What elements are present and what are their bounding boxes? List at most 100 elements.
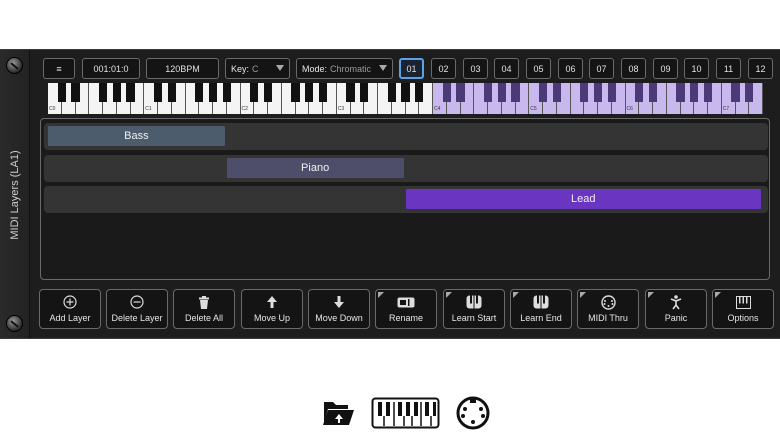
panic-figure-icon <box>646 294 706 309</box>
learn-start-button[interactable]: Learn Start <box>443 289 505 329</box>
delete-all-button[interactable]: Delete All <box>173 289 235 329</box>
delete-layer-button[interactable]: Delete Layer <box>106 289 168 329</box>
black-key[interactable] <box>442 83 451 102</box>
black-key[interactable] <box>208 83 218 102</box>
channel-label: 04 <box>501 63 512 74</box>
black-key[interactable] <box>635 83 644 102</box>
black-key[interactable] <box>456 83 465 102</box>
octave-label: C5 <box>530 106 537 112</box>
black-key[interactable] <box>593 83 603 102</box>
button-label: Move Down <box>315 313 363 323</box>
channel-button-02[interactable]: 02 <box>431 58 456 79</box>
black-key[interactable] <box>57 83 66 102</box>
black-key[interactable] <box>648 83 658 102</box>
channel-button-11[interactable]: 11 <box>716 58 741 79</box>
channel-button-09[interactable]: 09 <box>653 58 678 79</box>
black-key[interactable] <box>222 83 231 102</box>
layer-lane[interactable]: Lead <box>44 186 768 213</box>
plus-circle-icon <box>40 295 100 309</box>
black-key[interactable] <box>552 83 561 102</box>
chevron-down-icon <box>379 65 387 71</box>
piano-keyboard-icon <box>371 397 440 429</box>
octave-label: C6 <box>626 106 633 112</box>
black-key[interactable] <box>580 83 589 102</box>
black-key[interactable] <box>538 83 548 102</box>
tempo-display[interactable]: 120BPM <box>146 58 219 79</box>
octave-label: C7 <box>722 106 730 112</box>
menu-icon: ≡ <box>56 63 62 74</box>
black-key[interactable] <box>676 83 685 102</box>
piano-keyboard[interactable]: C0 C1 C2 C3 C4 C5 C6 C7 <box>48 83 763 114</box>
button-label: Move Up <box>253 313 290 323</box>
layer-lane[interactable]: Piano <box>44 155 768 182</box>
chevron-down-icon <box>276 65 284 71</box>
black-key[interactable] <box>415 83 424 102</box>
channel-button-10[interactable]: 10 <box>684 58 709 79</box>
black-key[interactable] <box>98 83 108 102</box>
position-value: 001:01:0 <box>93 63 129 74</box>
black-key[interactable] <box>126 83 135 102</box>
move-down-button[interactable]: Move Down <box>308 289 370 329</box>
channel-button-03[interactable]: 03 <box>463 58 488 79</box>
black-key[interactable] <box>497 83 506 102</box>
button-label: Learn End <box>520 313 562 323</box>
menu-button[interactable]: ≡ <box>43 58 75 79</box>
black-key[interactable] <box>745 83 754 102</box>
button-label: Rename <box>388 313 424 323</box>
black-key[interactable] <box>401 83 410 102</box>
trash-icon <box>174 295 234 309</box>
black-key[interactable] <box>346 83 355 102</box>
black-key[interactable] <box>263 83 273 102</box>
key-select[interactable]: Key: C <box>225 58 290 79</box>
midi-thru-button[interactable]: MIDI Thru <box>577 289 639 329</box>
black-key[interactable] <box>195 83 204 102</box>
position-display[interactable]: 001:01:0 <box>82 58 140 79</box>
black-key[interactable] <box>731 83 740 102</box>
screw-icon <box>6 57 23 74</box>
channel-label: 06 <box>565 63 576 74</box>
channel-button-01[interactable]: 01 <box>399 58 424 79</box>
move-up-button[interactable]: Move Up <box>241 289 303 329</box>
key-value: C <box>252 63 259 74</box>
black-key[interactable] <box>360 83 369 102</box>
black-key[interactable] <box>71 83 80 102</box>
black-key[interactable] <box>291 83 300 102</box>
black-key[interactable] <box>153 83 163 102</box>
panic-button[interactable]: Panic <box>645 289 707 329</box>
rename-button[interactable]: Rename <box>375 289 437 329</box>
black-key[interactable] <box>167 83 176 102</box>
piano-key-icon <box>444 295 504 309</box>
channel-button-07[interactable]: 07 <box>589 58 614 79</box>
channel-label: 08 <box>628 63 639 74</box>
options-button[interactable]: Options <box>712 289 774 329</box>
mode-select[interactable]: Mode: Chromatic <box>296 58 393 79</box>
add-layer-button[interactable]: Add Layer <box>39 289 101 329</box>
octave-label: C0 <box>49 106 56 112</box>
black-key[interactable] <box>305 83 314 102</box>
black-key[interactable] <box>250 83 259 102</box>
black-key[interactable] <box>511 83 520 102</box>
black-key[interactable] <box>607 83 616 102</box>
learn-end-button[interactable]: Learn End <box>510 289 572 329</box>
layer-region-bass[interactable]: Bass <box>48 126 225 146</box>
channel-button-04[interactable]: 04 <box>494 58 519 79</box>
channel-button-05[interactable]: 05 <box>526 58 551 79</box>
layer-lanes: Bass Piano Lead <box>40 118 770 280</box>
layer-region-piano[interactable]: Piano <box>226 158 404 178</box>
channel-button-06[interactable]: 06 <box>558 58 583 79</box>
black-key[interactable] <box>112 83 121 102</box>
black-key[interactable] <box>318 83 328 102</box>
channel-button-08[interactable]: 08 <box>621 58 646 79</box>
key-label: Key: <box>231 63 250 74</box>
button-label: Panic <box>664 313 688 323</box>
channel-button-12[interactable]: 12 <box>748 58 773 79</box>
channel-label: 09 <box>660 63 671 74</box>
button-label: Options <box>727 313 759 323</box>
black-key[interactable] <box>703 83 713 102</box>
screw-icon <box>6 315 23 332</box>
black-key[interactable] <box>690 83 699 102</box>
black-key[interactable] <box>387 83 396 102</box>
layer-lane[interactable]: Bass <box>44 123 768 150</box>
black-key[interactable] <box>483 83 493 102</box>
layer-region-lead[interactable]: Lead <box>405 189 761 209</box>
